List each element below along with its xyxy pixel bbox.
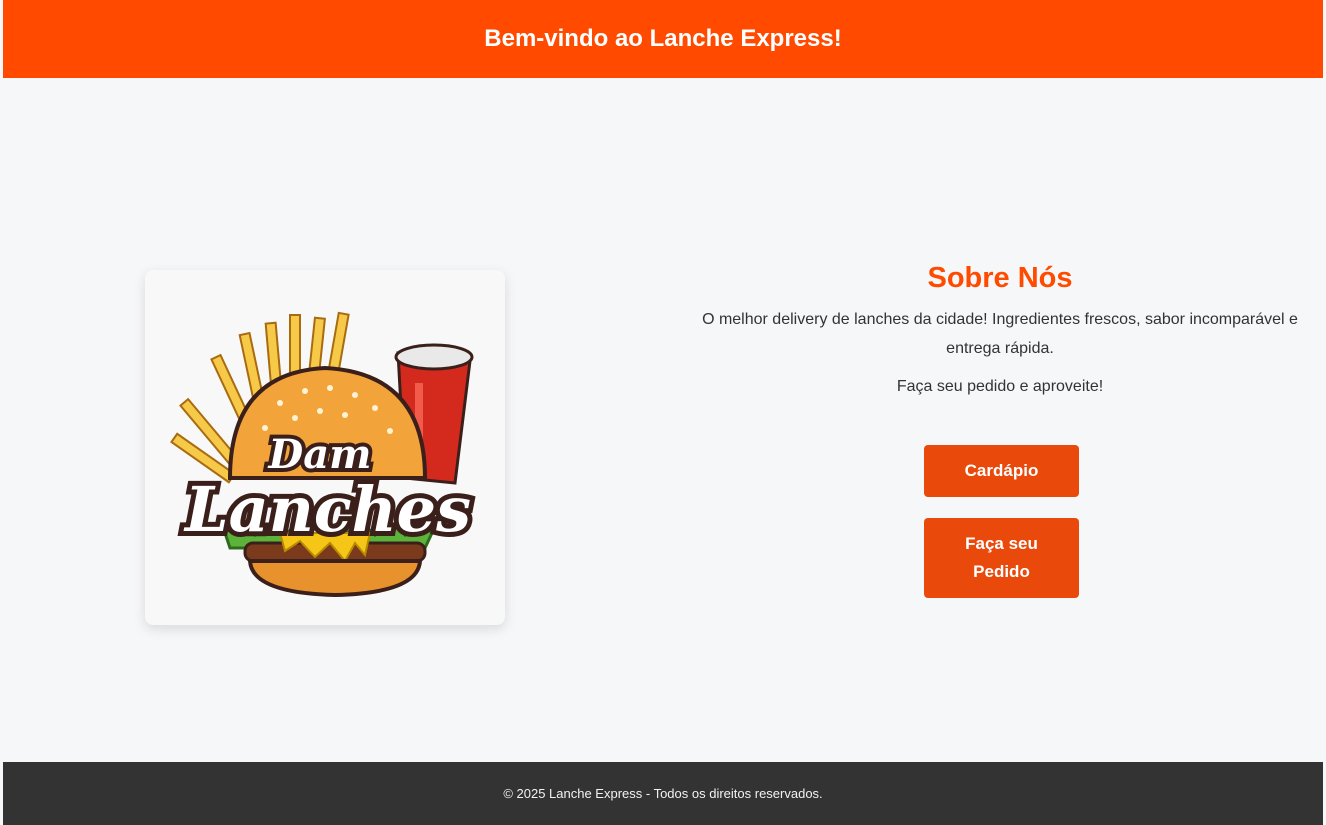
about-title: Sobre Nós xyxy=(927,262,1073,294)
about-description: O melhor delivery de lanches da cidade! … xyxy=(702,311,1298,357)
dam-lanches-logo: Dam Lanches xyxy=(170,311,476,597)
page-title: Bem-vindo ao Lanche Express! xyxy=(484,25,842,52)
logo-card: Dam Lanches xyxy=(145,270,505,625)
menu-button[interactable]: Cardápio xyxy=(924,445,1079,497)
site-header: Bem-vindo ao Lanche Express! xyxy=(3,0,1323,78)
about-call-to-action: Faça seu pedido e aproveite! xyxy=(896,378,1104,395)
site-footer: © 2025 Lanche Express - Todos os direito… xyxy=(3,762,1323,825)
about-section: Sobre Nós O melhor delivery de lanches d… xyxy=(700,262,1300,401)
copyright-text: © 2025 Lanche Express - Todos os direito… xyxy=(503,786,823,801)
place-order-button[interactable]: Faça seu Pedido xyxy=(924,518,1079,598)
svg-text:Dam: Dam xyxy=(268,431,372,478)
svg-text:Lanches: Lanches xyxy=(183,473,471,546)
